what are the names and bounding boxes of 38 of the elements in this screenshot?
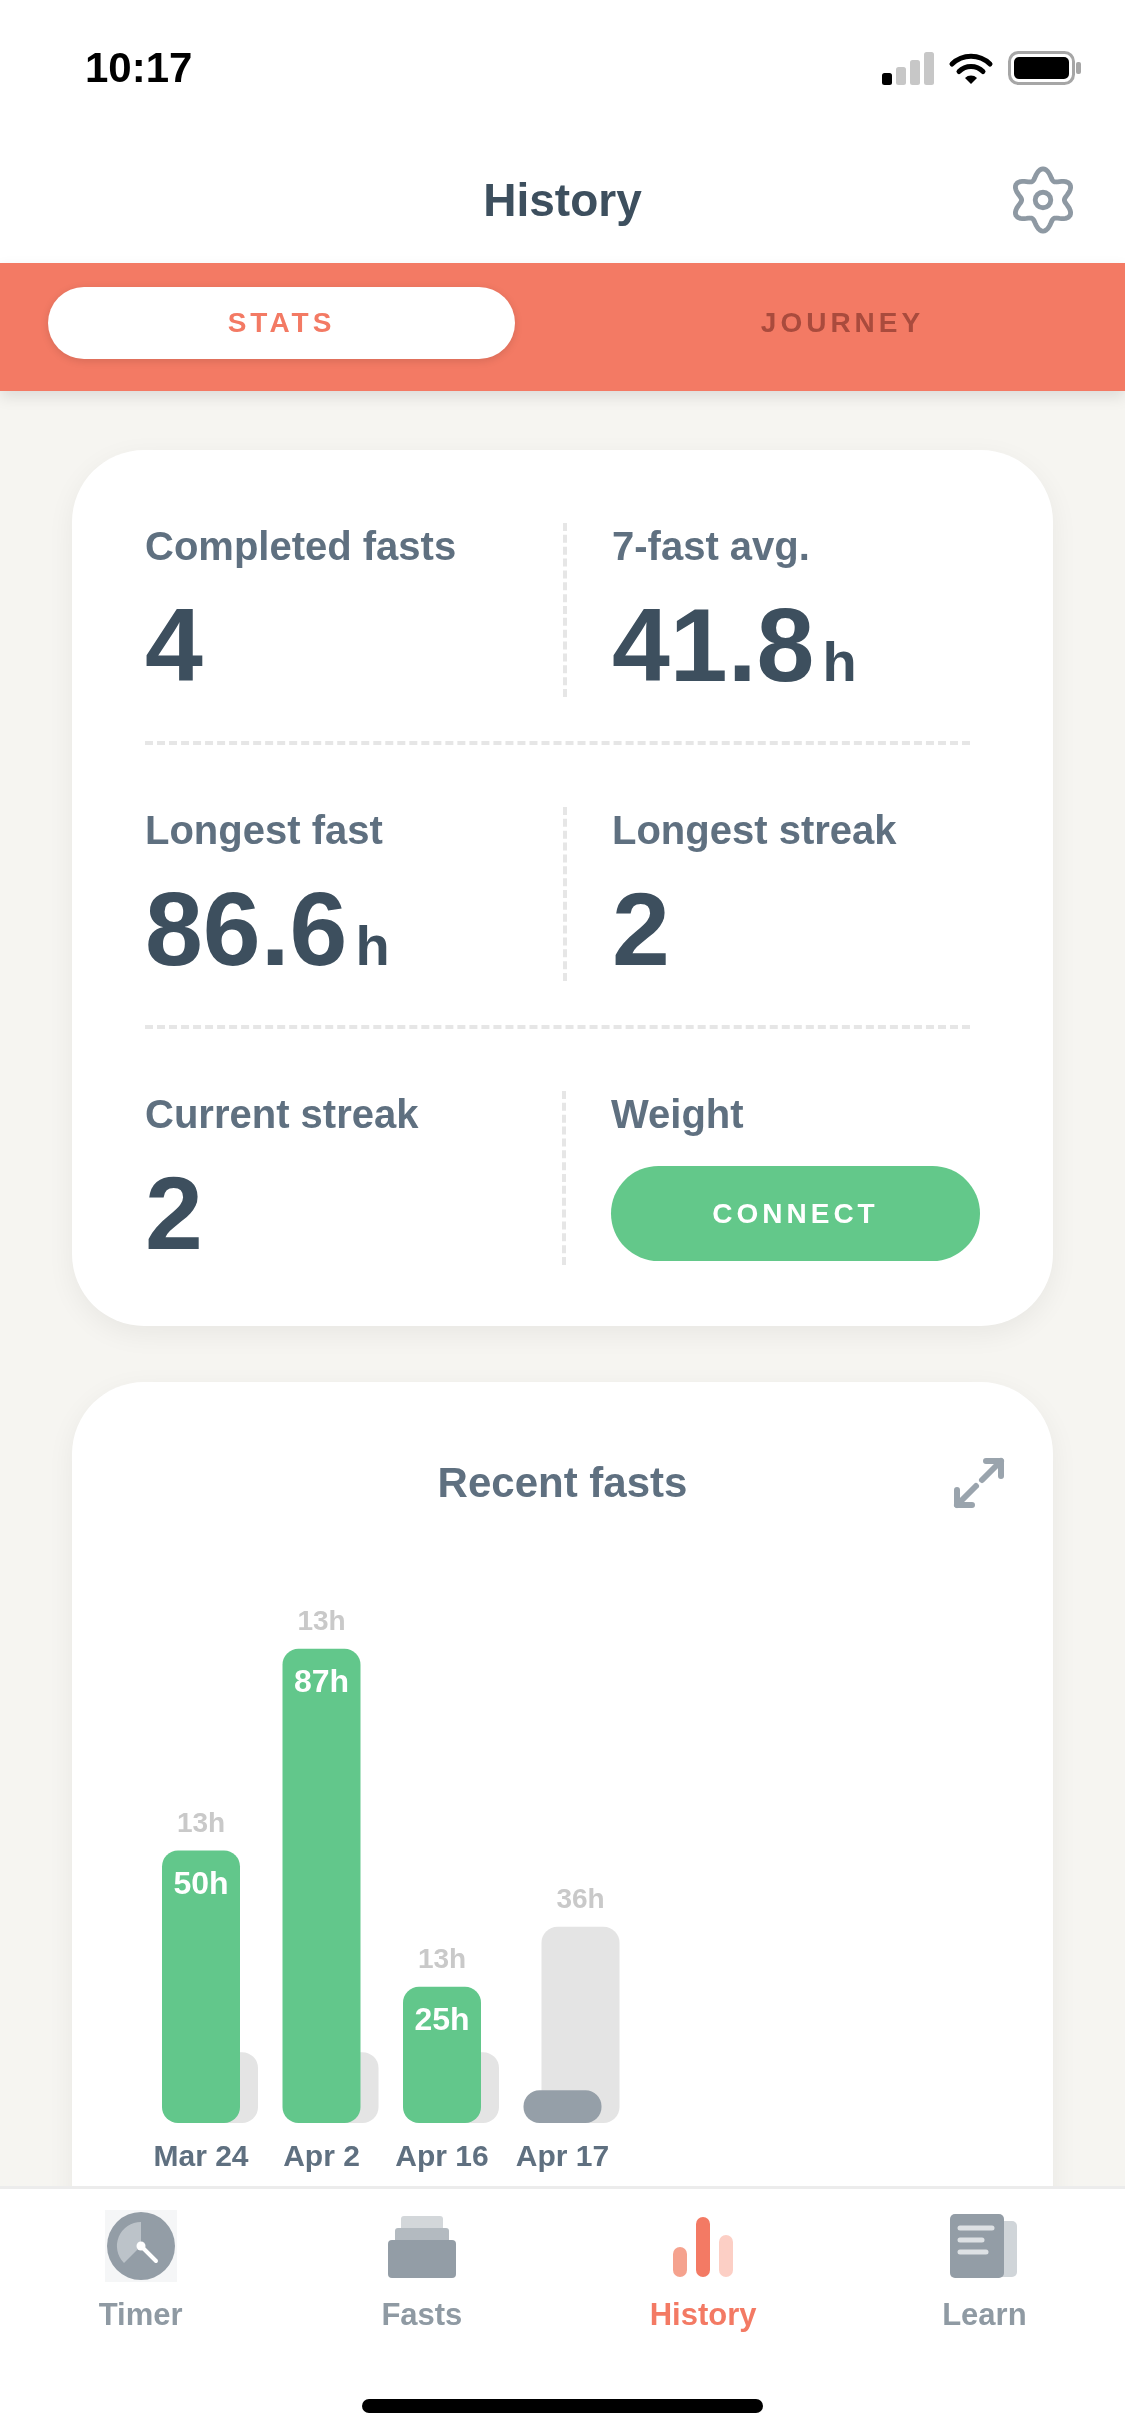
battery-icon [1008, 51, 1082, 85]
fast-bar[interactable] [162, 1850, 240, 2123]
status-time: 10:17 [85, 47, 193, 89]
stat-label: Longest streak [612, 807, 898, 853]
stat-label: 7-fast avg. [612, 523, 811, 569]
unit-label: h [355, 918, 390, 974]
wifi-icon [948, 51, 994, 85]
segment-tab[interactable]: JOURNEY [609, 287, 1076, 359]
stat-label: Weight [611, 1091, 745, 1137]
fast-bar[interactable] [403, 1986, 481, 2123]
bar-value-label: 25h [414, 2000, 470, 2037]
nav-tab[interactable]: History [649, 2210, 757, 2335]
expand-icon[interactable] [952, 1456, 1006, 1510]
stat-label: Longest fast [145, 807, 384, 853]
stat-value: 2 [612, 877, 670, 981]
bar-value-label: 87h [293, 1662, 350, 1699]
signal-icon [882, 51, 934, 85]
category-label: Apr 2 [283, 2138, 360, 2172]
nav-tab[interactable]: Timer [98, 2210, 183, 2335]
clock-icon [104, 2210, 177, 2282]
chart-title: Recent fasts [437, 1458, 688, 1508]
connect-button[interactable]: CONNECT [611, 1166, 980, 1261]
segment-tab[interactable]: STATS [48, 287, 515, 359]
fast-bar[interactable] [523, 2090, 602, 2123]
stat-value: 4 [145, 593, 203, 697]
stat-value: 86.6 [145, 877, 348, 981]
category-label: Apr 17 [515, 2138, 610, 2172]
unit-label: h [822, 634, 857, 690]
stat-value: 41.8 [612, 593, 815, 697]
nav-tab[interactable]: Learn [942, 2210, 1027, 2335]
bar-value-label: 50h [173, 1864, 229, 1901]
stat-value: 2 [145, 1161, 203, 1265]
fast-bar[interactable] [282, 1648, 361, 2123]
category-label: Apr 16 [395, 2138, 489, 2172]
stat-label: Current streak [145, 1091, 420, 1137]
nav-tab[interactable]: Fasts [381, 2210, 463, 2335]
category-label: Mar 24 [153, 2138, 249, 2172]
stat-label: Completed fasts [145, 523, 458, 569]
